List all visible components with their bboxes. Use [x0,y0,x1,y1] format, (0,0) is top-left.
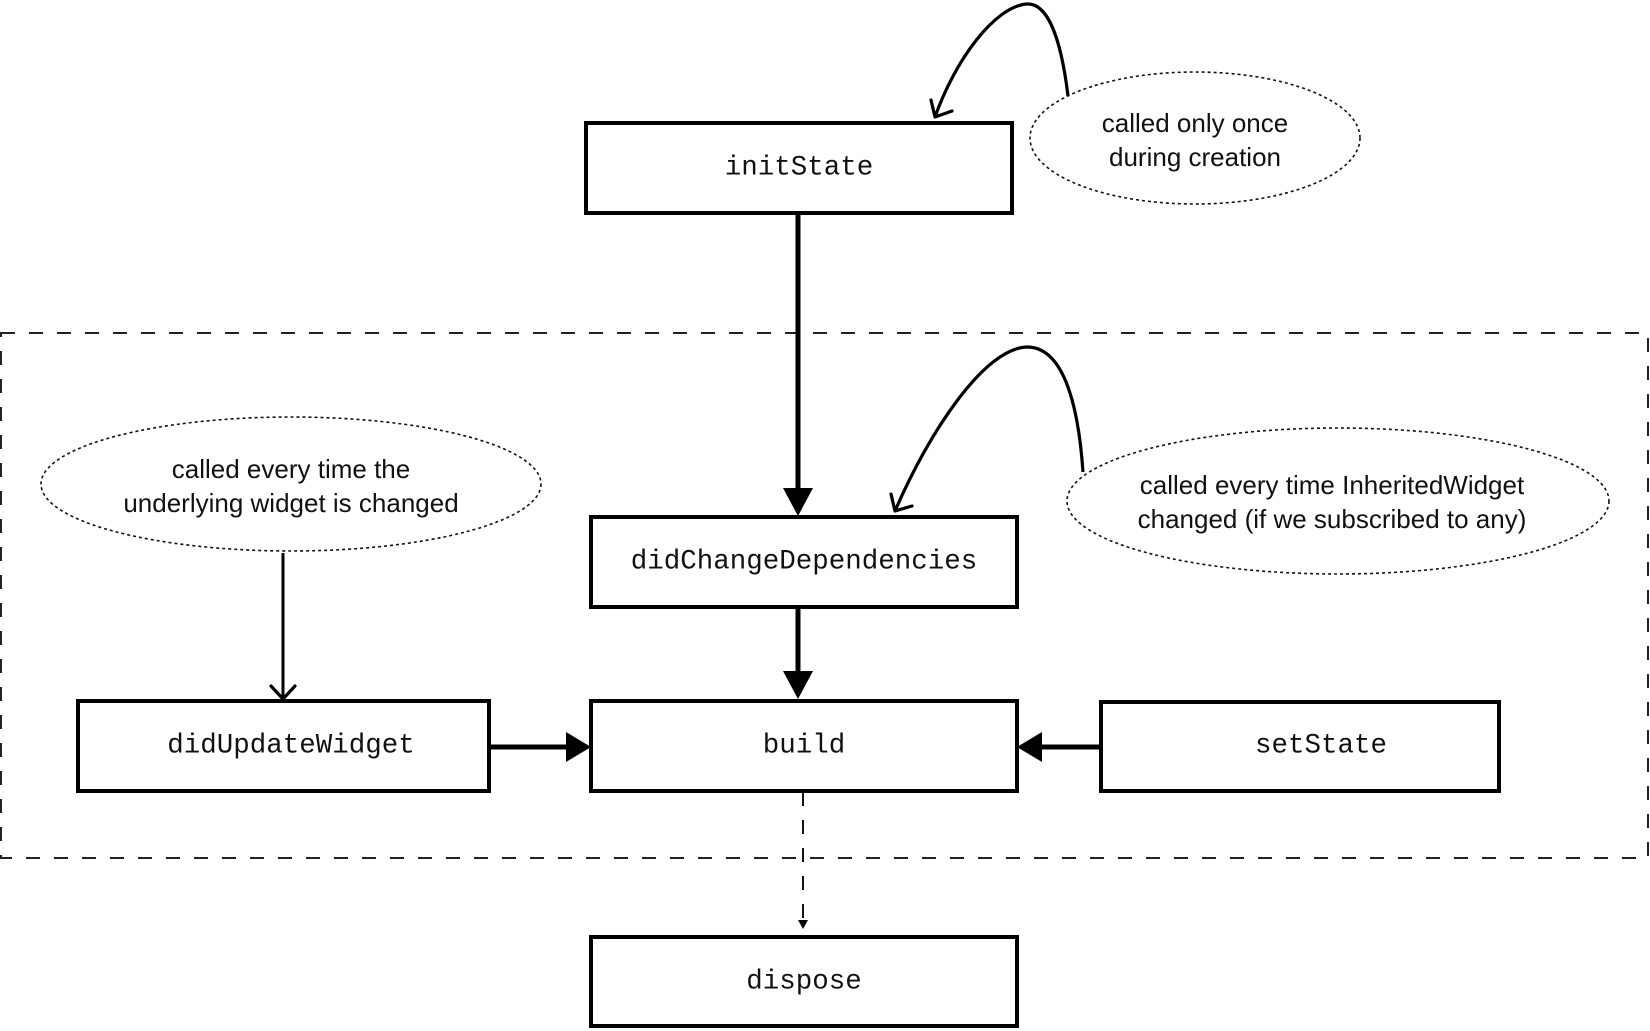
edge-note-to-didupdatewidget [269,553,297,701]
node-initstate: initState [584,121,1014,215]
edge-setstate-to-build [1017,732,1101,762]
node-dispose: dispose [589,935,1019,1028]
note-didchangedependencies: called every time InheritedWidget change… [1066,427,1610,575]
edge-didchangedependencies-to-build [783,607,813,699]
edge-note-to-didchangedependencies [889,345,1085,513]
arrowhead-icon [566,732,591,762]
node-didupdatewidget: didUpdateWidget [76,699,491,793]
node-label: build [763,731,846,762]
node-setstate: setState [1099,700,1501,793]
node-didchangedependencies: didChangeDependencies [589,515,1019,609]
note-line: underlying widget is changed [123,488,458,518]
note-initstate: called only once during creation [1029,71,1361,205]
arrowhead-icon [783,671,813,699]
note-line: called every time InheritedWidget [1140,470,1525,500]
node-build: build [589,699,1019,793]
node-label: dispose [746,967,862,998]
edge-build-to-dispose [798,792,808,929]
arrowhead-icon [783,488,813,516]
note-line: changed (if we subscribed to any) [1138,504,1527,534]
arrowhead-icon [798,920,808,929]
node-label: initState [725,153,874,184]
node-label: didUpdateWidget [167,731,415,762]
edge-note-to-initstate [929,2,1070,119]
note-didupdatewidget: called every time the underlying widget … [40,416,542,552]
edge-didupdatewidget-to-build [489,732,591,762]
edge-initstate-to-didchangedependencies [783,213,813,516]
arrowhead-icon [1017,732,1042,762]
node-label: setState [1255,731,1387,762]
note-line: called only once [1102,108,1288,138]
node-label: didChangeDependencies [631,547,978,578]
lifecycle-diagram: called only once during creation called … [0,2,1649,1028]
note-line: called every time the [172,454,410,484]
note-line: during creation [1109,142,1281,172]
